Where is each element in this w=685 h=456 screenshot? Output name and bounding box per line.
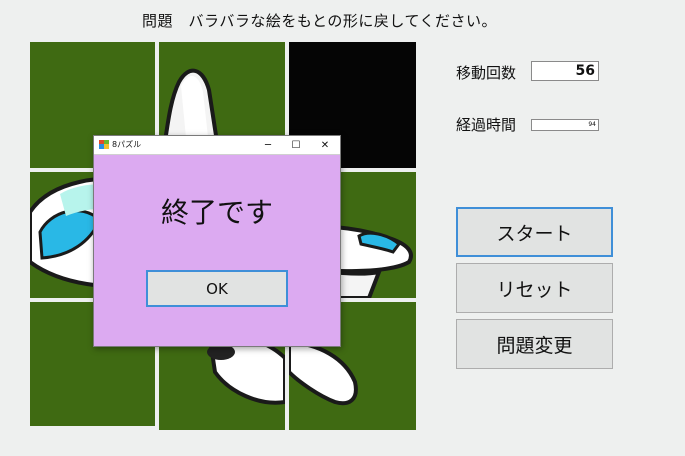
minimize-icon[interactable]: ─ xyxy=(254,137,282,153)
moves-label: 移動回数 xyxy=(456,64,517,82)
moves-counter: 56 xyxy=(531,61,599,81)
start-button[interactable]: スタート xyxy=(456,207,613,257)
maximize-icon[interactable]: ☐ xyxy=(282,137,310,153)
completion-dialog: 8パズル ─ ☐ ✕ 終了です OK xyxy=(93,135,341,347)
dialog-title: 8パズル xyxy=(112,140,142,149)
question-text: 問題 バラバラな絵をもとの形に戻してください。 xyxy=(142,12,498,30)
dialog-titlebar[interactable]: 8パズル ─ ☐ ✕ xyxy=(94,136,340,155)
reset-button[interactable]: リセット xyxy=(456,263,613,313)
time-label: 経過時間 xyxy=(456,116,517,134)
close-icon[interactable]: ✕ xyxy=(311,137,339,153)
change-problem-button[interactable]: 問題変更 xyxy=(456,319,613,369)
window-app-icon xyxy=(99,140,109,149)
elapsed-time-display: 94 xyxy=(531,119,599,131)
dialog-message: 終了です xyxy=(160,196,273,229)
ok-button[interactable]: OK xyxy=(146,270,288,307)
